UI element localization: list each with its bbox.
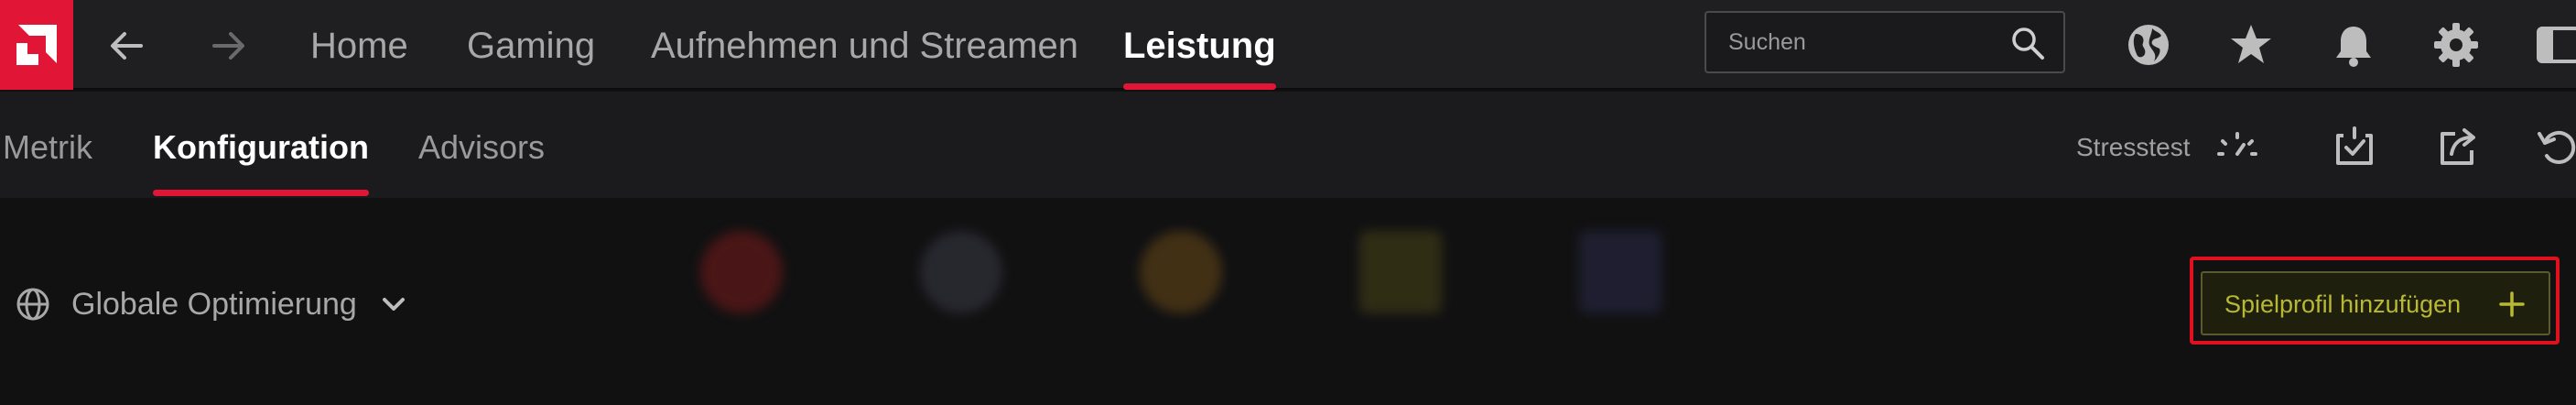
blurred-game-list (641, 227, 1758, 365)
tab-record-stream[interactable]: Aufnehmen und Streamen (651, 0, 1078, 90)
tab-advisors[interactable]: Advisors (418, 92, 545, 198)
back-arrow-icon[interactable] (99, 18, 154, 73)
export-icon[interactable] (2435, 123, 2483, 170)
search-box[interactable] (1705, 11, 2065, 73)
top-navigation-bar: Home Gaming Aufnehmen und Streamen Leist… (0, 0, 2576, 90)
game-card (641, 227, 833, 365)
sidebar-icon[interactable] (2534, 20, 2576, 70)
tab-home[interactable]: Home (310, 0, 408, 90)
stress-test-label[interactable]: Stresstest (2076, 92, 2190, 198)
reset-icon[interactable] (2534, 123, 2576, 170)
globe-icon (16, 288, 49, 321)
chevron-down-icon[interactable] (379, 290, 408, 319)
plus-icon (2499, 291, 2525, 317)
tab-metrics[interactable]: Metrik (3, 92, 92, 198)
game-icon (920, 231, 1002, 313)
scope-selector[interactable]: Globale Optimierung (15, 273, 408, 335)
game-card (1080, 227, 1272, 365)
gauge-icon[interactable] (2213, 123, 2261, 170)
game-card (860, 227, 1053, 365)
game-card (1520, 227, 1712, 365)
game-icon (1579, 231, 1661, 313)
forward-arrow-icon (201, 18, 256, 73)
bell-icon[interactable] (2329, 20, 2378, 70)
game-icon (1359, 231, 1442, 313)
add-game-profile-button[interactable]: Spielprofil hinzufügen (2201, 271, 2550, 335)
search-icon[interactable] (2010, 26, 2045, 60)
add-game-profile-label: Spielprofil hinzufügen (2224, 290, 2462, 318)
tab-gaming[interactable]: Gaming (467, 0, 595, 90)
globe-icon[interactable] (2124, 20, 2173, 70)
check-import-icon[interactable] (2331, 123, 2378, 170)
game-icon (700, 231, 783, 313)
star-icon[interactable] (2226, 20, 2276, 70)
tab-configuration[interactable]: Konfiguration (153, 92, 369, 198)
tab-performance[interactable]: Leistung (1123, 0, 1276, 90)
gear-icon[interactable] (2431, 20, 2481, 70)
scope-label: Globale Optimierung (71, 286, 357, 322)
search-input[interactable] (1728, 13, 2003, 71)
amd-logo-icon[interactable] (0, 0, 73, 90)
game-icon (1140, 231, 1222, 313)
game-card (1300, 227, 1492, 365)
